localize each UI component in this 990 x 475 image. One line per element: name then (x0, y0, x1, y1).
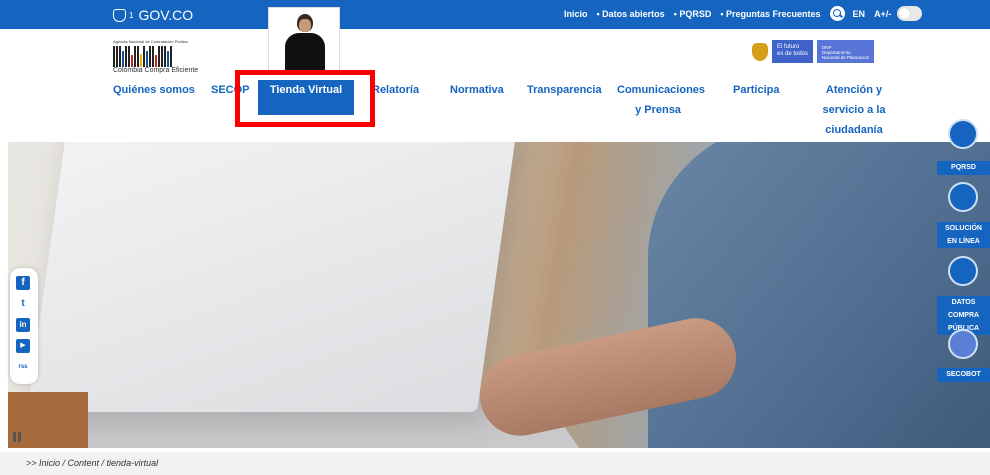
nav-normativa[interactable]: Normativa (450, 80, 504, 100)
nav-atencion-line1: Atención y (825, 84, 883, 96)
dnp-line3: Nacional de Planeación (822, 55, 870, 60)
chart-icon[interactable] (948, 256, 978, 286)
dnp-badge: DNP Departamento Nacional de Planeación (817, 40, 875, 63)
topnav-datos-abiertos[interactable]: • Datos abiertos (597, 9, 665, 19)
logo-name-text: Colombia Compra Eficiente (113, 67, 199, 74)
futuro-line1: El futuro (777, 44, 800, 50)
nav-atencion-line3: ciudadanía (825, 124, 883, 136)
topnav-pqrsd[interactable]: • PQRSD (674, 9, 712, 19)
youtube-icon[interactable]: ▶ (16, 339, 30, 353)
linkedin-icon[interactable]: in (16, 318, 30, 332)
side-secobot-label[interactable]: SECOBOT (937, 368, 990, 382)
secobot-icon[interactable] (948, 329, 978, 359)
cce-logo[interactable]: Agencia Nacional de Contratación Pública… (113, 39, 200, 75)
contrast-toggle[interactable] (897, 6, 923, 21)
hero-banner (8, 142, 990, 448)
sign-language-interpreter (268, 7, 340, 73)
nav-participa[interactable]: Participa (733, 80, 779, 100)
language-link[interactable]: EN (853, 9, 866, 19)
gov-logo-sup: 1 (129, 10, 134, 20)
side-solucion-line1: SOLUCIÓN (945, 225, 982, 232)
pause-icon[interactable] (12, 432, 22, 442)
nav-relatoria[interactable]: Relatoría (372, 80, 419, 100)
gov-logo-text: GOV.CO (138, 7, 194, 23)
search-icon[interactable] (829, 6, 845, 21)
nav-transparencia[interactable]: Transparencia (527, 80, 602, 100)
main-nav: Quiénes somos SECOP Tienda Virtual Relat… (0, 80, 990, 136)
gobierno-logo: El futuro es de todos DNP Departamento N… (752, 40, 875, 63)
nav-quienes-somos[interactable]: Quiénes somos (113, 80, 195, 100)
nav-comunicaciones-line1: Comunicaciones (617, 84, 706, 96)
logo-barcode-icon (113, 46, 200, 67)
pqrsd-icon[interactable] (948, 119, 978, 149)
futuro-badge: El futuro es de todos (772, 40, 814, 63)
hero-laptop (26, 142, 520, 412)
topnav-preguntas[interactable]: • Preguntas Frecuentes (720, 9, 820, 19)
top-nav: Inicio • Datos abiertos • PQRSD • Pregun… (564, 6, 923, 21)
side-solucion-label[interactable]: SOLUCIÓN EN LÍNEA (937, 222, 990, 248)
lightbulb-icon[interactable] (948, 182, 978, 212)
gov-co-logo[interactable]: 1 GOV.CO (113, 7, 193, 23)
breadcrumb-bar: >> Inicio / Content / tienda-virtual (0, 452, 990, 475)
twitter-icon[interactable]: t (16, 297, 30, 311)
logo-agency-text: Agencia Nacional de Contratación Pública (113, 39, 188, 44)
font-size-control[interactable]: A+/- (874, 9, 891, 19)
nav-tienda-virtual[interactable]: Tienda Virtual (258, 80, 354, 115)
side-solucion-line2: EN LÍNEA (947, 238, 980, 245)
side-pqrsd-label[interactable]: PQRSD (937, 161, 990, 175)
breadcrumb[interactable]: >> Inicio / Content / tienda-virtual (26, 458, 158, 468)
nav-atencion[interactable]: Atención y servicio a la ciudadanía (815, 80, 893, 140)
nav-secop[interactable]: SECOP (211, 80, 250, 100)
gov-top-bar: 1 GOV.CO Inicio • Datos abiertos • PQRSD… (0, 0, 990, 29)
side-datos-line1: DATOS COMPRA (947, 299, 980, 319)
gov-shield-icon (113, 8, 126, 22)
nav-atencion-line2: servicio a la (822, 104, 886, 116)
side-panel: PQRSD SOLUCIÓN EN LÍNEA DATOS COMPRA PÚB… (937, 119, 990, 389)
topnav-inicio[interactable]: Inicio (564, 9, 588, 19)
coat-of-arms-icon (752, 42, 768, 61)
page: 1 GOV.CO Inicio • Datos abiertos • PQRSD… (0, 0, 990, 475)
facebook-icon[interactable]: f (16, 276, 30, 290)
social-bar: f t in ▶ rss (10, 268, 38, 384)
rss-icon[interactable]: rss (16, 360, 30, 374)
nav-comunicaciones[interactable]: Comunicaciones y Prensa (617, 80, 706, 120)
futuro-line2: es de todos (777, 51, 809, 57)
nav-comunicaciones-line2: y Prensa (635, 104, 681, 116)
